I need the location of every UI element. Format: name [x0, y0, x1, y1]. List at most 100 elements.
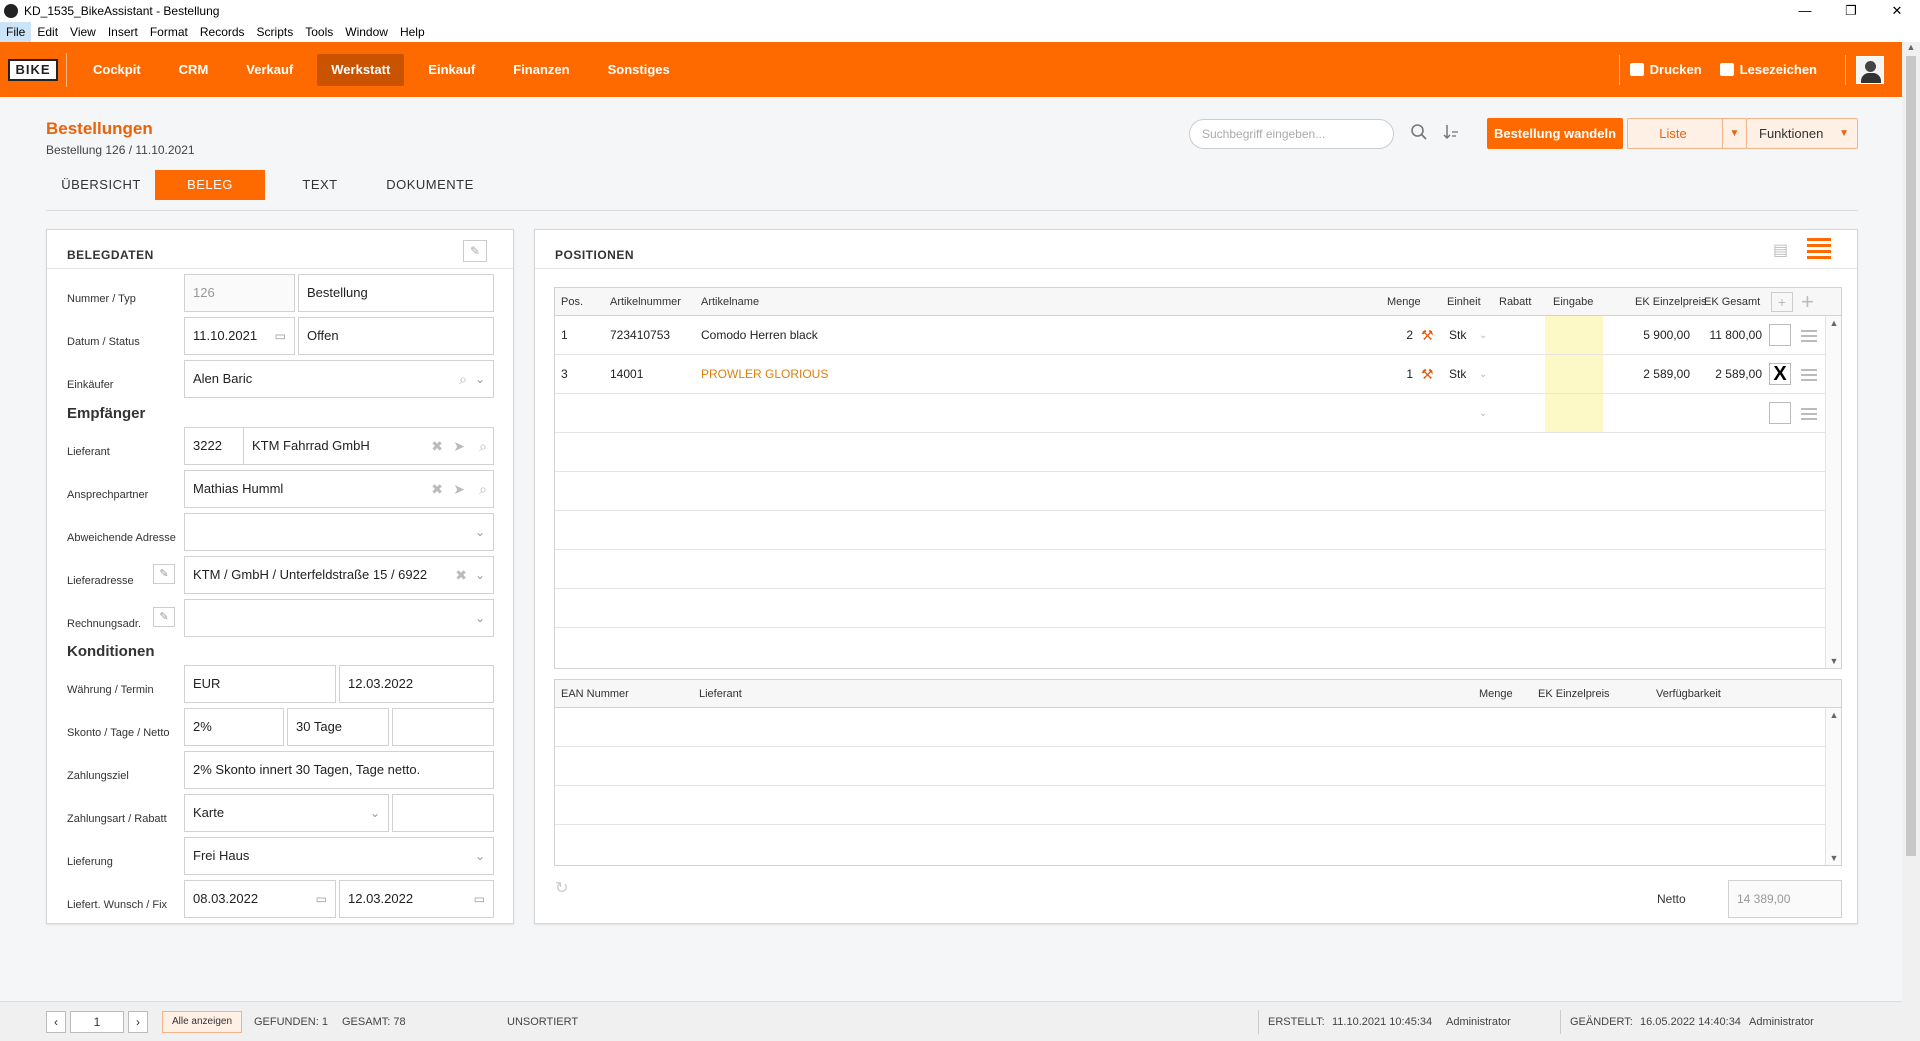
convert-order-button[interactable]: Bestellung wandeln [1487, 118, 1623, 149]
clear-icon[interactable]: ✖ [431, 428, 443, 464]
calendar-icon[interactable]: ▭ [275, 318, 286, 354]
edit-icon[interactable]: ✎ [463, 240, 487, 262]
edit-icon[interactable]: ✎ [153, 564, 175, 584]
chevron-down-icon[interactable]: ⌄ [475, 838, 485, 874]
page-number-input[interactable]: 1 [70, 1011, 124, 1033]
maximize-button[interactable]: ❐ [1828, 0, 1874, 22]
edit-icon[interactable]: ✎ [153, 607, 175, 627]
tab-text[interactable]: TEXT [290, 170, 350, 200]
tab-dokumente[interactable]: DOKUMENTE [380, 170, 480, 200]
row-menge[interactable]: 2 [1393, 316, 1413, 355]
table-row-new[interactable]: ⌄ [555, 394, 1825, 433]
nav-cockpit[interactable]: Cockpit [79, 54, 155, 86]
menu-window[interactable]: Window [339, 22, 394, 42]
col-artikelnummer[interactable]: Artikelnummer [610, 288, 681, 316]
bike-icon[interactable]: ⚒ [1421, 355, 1434, 394]
menu-file[interactable]: File [0, 22, 32, 42]
nav-sonstiges[interactable]: Sonstiges [594, 54, 684, 86]
scroll-down-icon[interactable]: ▼ [1826, 656, 1842, 666]
next-page-button[interactable]: › [128, 1011, 148, 1033]
row-checkbox[interactable] [1769, 402, 1791, 424]
tab-uebersicht[interactable]: ÜBERSICHT [56, 170, 146, 200]
col-einheit[interactable]: Einheit [1447, 288, 1481, 316]
minimize-button[interactable]: — [1782, 0, 1828, 22]
menu-insert[interactable]: Insert [102, 22, 144, 42]
col-ean[interactable]: EAN Nummer [561, 680, 629, 708]
row-artikelname[interactable]: Comodo Herren black [701, 316, 818, 355]
col-rabatt[interactable]: Rabatt [1499, 288, 1531, 316]
refresh-icon[interactable]: ↻ [555, 878, 568, 898]
clear-icon[interactable]: ✖ [431, 471, 443, 507]
nummer-field[interactable]: 126 [184, 274, 295, 312]
close-button[interactable]: ✕ [1874, 0, 1920, 22]
row-artikelname[interactable]: PROWLER GLORIOUS [701, 355, 828, 394]
netto-tage-field[interactable] [392, 708, 494, 746]
search-input[interactable] [1189, 119, 1394, 149]
col-eingabe[interactable]: Eingabe [1553, 288, 1593, 316]
scroll-up-icon[interactable]: ▲ [1826, 318, 1842, 328]
search-icon[interactable]: ⌕ [479, 428, 487, 464]
row-menge[interactable]: 1 [1393, 355, 1413, 394]
navigate-icon[interactable]: ➤ [453, 428, 465, 464]
lieferant-name-field[interactable]: KTM Fahrrad GmbH ✖ ➤ ⌕ [243, 427, 494, 465]
search-icon[interactable]: ⌕ [459, 361, 467, 397]
skonto-field[interactable]: 2% [184, 708, 284, 746]
col-menge[interactable]: Menge [1387, 288, 1421, 316]
col-artikelname[interactable]: Artikelname [701, 288, 759, 316]
menu-help[interactable]: Help [394, 22, 431, 42]
einkaeufer-field[interactable]: Alen Baric ⌕ ⌄ [184, 360, 494, 398]
drag-handle-icon[interactable] [1801, 330, 1817, 342]
col-ek-gesamt[interactable]: EK Gesamt [1704, 288, 1760, 316]
table-row[interactable]: 1 723410753 Comodo Herren black 2 ⚒ Stk … [555, 316, 1825, 355]
drag-handle-icon[interactable] [1801, 408, 1817, 420]
add-row-icon[interactable]: + [1771, 292, 1793, 312]
chevron-down-icon[interactable]: ⌄ [475, 600, 485, 636]
nav-crm[interactable]: CRM [165, 54, 223, 86]
chevron-down-icon[interactable]: ⌄ [1479, 316, 1487, 355]
sort-icon[interactable] [1440, 123, 1462, 145]
ean-scrollbar[interactable]: ▲ ▼ [1825, 708, 1841, 865]
document-add-icon[interactable]: ▤ [1773, 240, 1795, 260]
lieferant-nr-field[interactable]: 3222 [184, 427, 244, 465]
row-checkbox[interactable] [1769, 324, 1791, 346]
nav-finanzen[interactable]: Finanzen [499, 54, 583, 86]
tab-beleg[interactable]: BELEG [155, 170, 265, 200]
menu-format[interactable]: Format [144, 22, 194, 42]
lieferadresse-field[interactable]: KTM / GmbH / Unterfeldstraße 15 / 6922 ✖… [184, 556, 494, 594]
chevron-down-icon[interactable]: ⌄ [475, 514, 485, 550]
col-ek-einzelpreis[interactable]: EK Einzelpreis [1538, 680, 1610, 708]
calendar-icon[interactable]: ▭ [474, 881, 485, 917]
datum-field[interactable]: 11.10.2021 ▭ [184, 317, 295, 355]
nav-einkauf[interactable]: Einkauf [414, 54, 489, 86]
col-lieferant[interactable]: Lieferant [699, 680, 742, 708]
bookmark-button[interactable]: Lesezeichen [1719, 62, 1817, 77]
clear-icon[interactable]: ✖ [455, 557, 467, 593]
functions-button[interactable]: Funktionen ▼ [1746, 118, 1858, 149]
col-ek-einzelpreis[interactable]: EK Einzelpreis [1635, 288, 1707, 316]
abw-adresse-field[interactable]: ⌄ [184, 513, 494, 551]
menu-view[interactable]: View [64, 22, 102, 42]
scrollbar-thumb[interactable] [1906, 56, 1916, 856]
menu-edit[interactable]: Edit [31, 22, 64, 42]
zahlungsziel-field[interactable]: 2% Skonto innert 30 Tagen, Tage netto. [184, 751, 494, 789]
zahlungsart-field[interactable]: Karte ⌄ [184, 794, 389, 832]
scroll-up-icon[interactable]: ▲ [1902, 42, 1920, 52]
typ-field[interactable]: Bestellung [298, 274, 494, 312]
waehrung-field[interactable]: EUR [184, 665, 336, 703]
user-avatar[interactable] [1856, 55, 1884, 84]
list-view-icon[interactable] [1807, 238, 1831, 260]
nav-werkstatt[interactable]: Werkstatt [317, 53, 405, 86]
drag-handle-icon[interactable] [1801, 369, 1817, 381]
col-pos[interactable]: Pos. [561, 288, 583, 316]
table-scrollbar[interactable]: ▲ ▼ [1825, 316, 1841, 668]
ansprechpartner-field[interactable]: Mathias Humml ✖ ➤ ⌕ [184, 470, 494, 508]
bike-icon[interactable]: ⚒ [1421, 316, 1434, 355]
row-einheit[interactable]: Stk [1449, 316, 1466, 355]
menu-scripts[interactable]: Scripts [251, 22, 300, 42]
scroll-up-icon[interactable]: ▲ [1826, 710, 1842, 720]
col-menge[interactable]: Menge [1479, 680, 1513, 708]
col-verfuegbarkeit[interactable]: Verfügbarkeit [1656, 680, 1721, 708]
chevron-down-icon[interactable]: ⌄ [1479, 394, 1487, 433]
row-einheit[interactable]: Stk [1449, 355, 1466, 394]
rabatt-field[interactable] [392, 794, 494, 832]
